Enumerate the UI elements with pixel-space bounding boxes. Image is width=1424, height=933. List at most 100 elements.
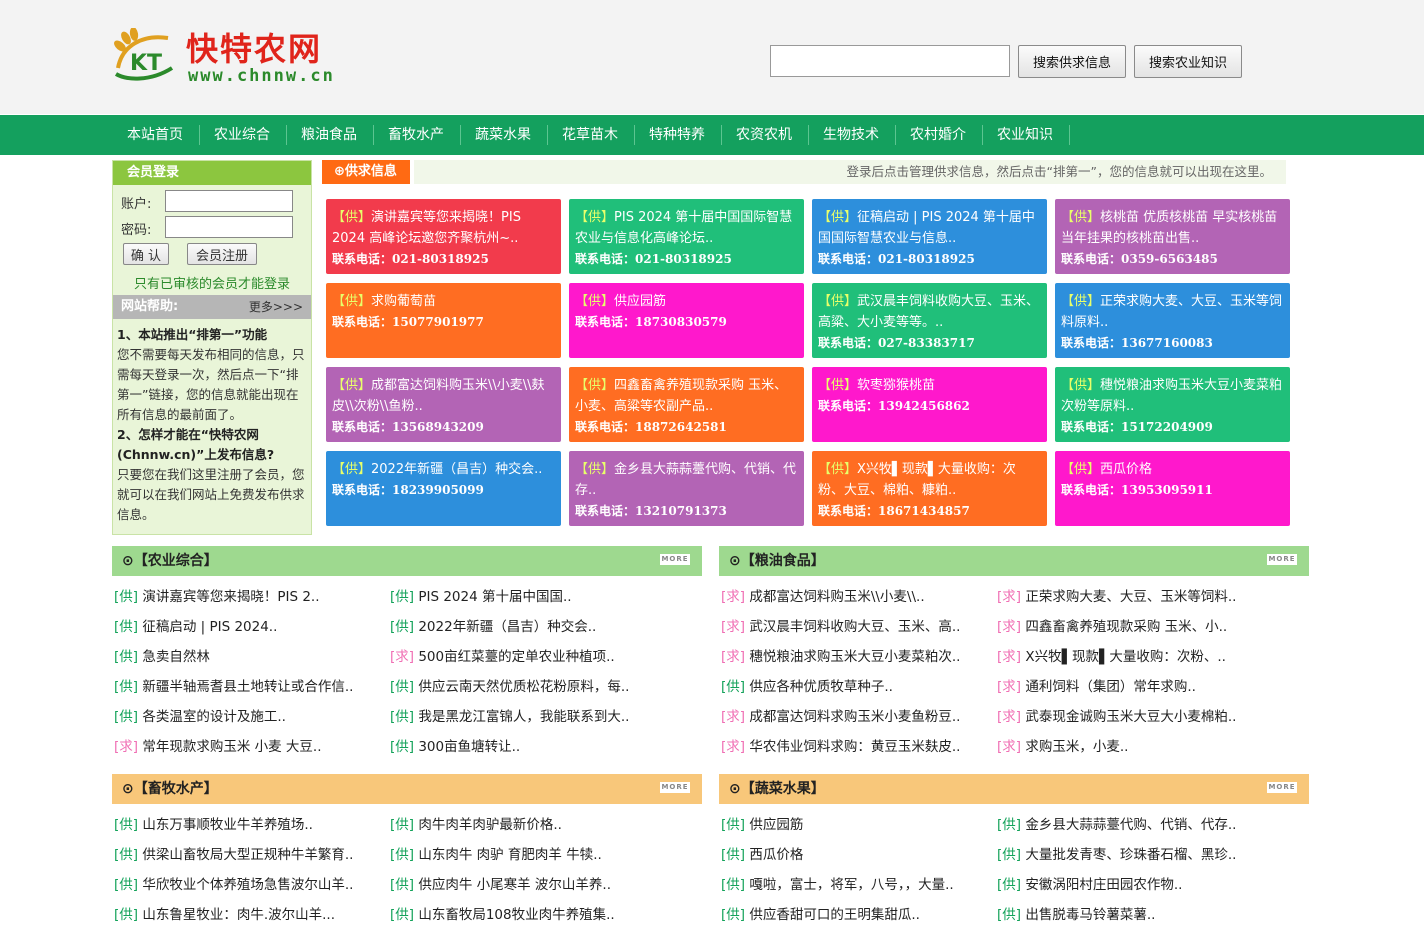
supply-tile[interactable]: 【供】软枣猕猴桃苗 联系电话：13942456862 — [812, 367, 1047, 442]
section-list-item[interactable]: [供] 供应园筋 — [721, 813, 803, 833]
list-item-text: X兴牧▌现款▌大量收购：次粉、.. — [1021, 649, 1226, 665]
section-list-item[interactable]: [供] 出售脱毒马铃薯菜薯.. — [997, 903, 1155, 923]
section-list-item[interactable]: [供] 我是黑龙江富锦人，我能联系到大.. — [390, 705, 629, 725]
supply-tile[interactable]: 【供】穗悦粮油求购玉米大豆小麦菜粕次粉等原料.. 联系电话：15172204909 — [1055, 367, 1290, 442]
section-list-item[interactable]: [供] 山东畜牧局108牧业肉牛养殖集.. — [390, 903, 615, 923]
list-item-tag: [供] — [390, 679, 415, 695]
search-knowledge-button[interactable]: 搜索农业知识 — [1134, 45, 1242, 78]
nav-agri-machinery[interactable]: 农资农机 — [721, 115, 807, 155]
nav-home[interactable]: 本站首页 — [112, 115, 198, 155]
section-list-item[interactable]: [供] 各类温室的设计及施工.. — [114, 705, 286, 725]
section-list-item[interactable]: [供] 供应肉牛 小尾寒羊 波尔山羊养.. — [390, 873, 611, 893]
section-list-item[interactable]: [供] 安徽涡阳村庄田园农作物.. — [997, 873, 1182, 893]
supply-tile[interactable]: 【供】成都富达饲料购玉米\\小麦\\麸皮\\次粉\\鱼粉.. 联系电话：13568… — [326, 367, 561, 442]
list-item-tag: [求] — [997, 589, 1022, 605]
section-list-item[interactable]: [供] 演讲嘉宾等您来揭晓！PIS 2.. — [114, 585, 320, 605]
list-item-tag: [供] — [721, 847, 746, 863]
supply-tile[interactable]: 【供】西瓜价格 联系电话：13953095911 — [1055, 451, 1290, 526]
password-input[interactable] — [165, 216, 293, 238]
section-list-item[interactable]: [供] 大量批发青枣、珍珠番石榴、黑珍.. — [997, 843, 1236, 863]
supply-tile[interactable]: 【供】PIS 2024 第十届中国国际智慧农业与信息化高峰论坛.. 联系电话：02… — [569, 199, 804, 274]
supply-tile[interactable]: 【供】正荣求购大麦、大豆、玉米等饲料原料.. 联系电话：13677160083 — [1055, 283, 1290, 358]
section-list-item[interactable]: [供] 山东鲁星牧业：肉牛.波尔山羊... — [114, 903, 335, 923]
section-list-item[interactable]: [求] 穗悦粮油求购玉米大豆小麦菜粕次.. — [721, 645, 960, 665]
supply-tile[interactable]: 【供】征稿启动 | PIS 2024 第十届中国国际智慧农业与信息.. 联系电话：… — [812, 199, 1047, 274]
search-input[interactable] — [770, 45, 1010, 77]
section-list-item[interactable]: [求] 成都富达饲料求购玉米小麦鱼粉豆.. — [721, 705, 960, 725]
section-list-item[interactable]: [求] X兴牧▌现款▌大量收购：次粉、.. — [997, 645, 1226, 665]
section-list-item[interactable]: [供] 供应香甜可口的王明集甜瓜.. — [721, 903, 920, 923]
list-item-text: 求购玉米，小麦.. — [1021, 739, 1129, 755]
supply-tile[interactable]: 【供】求购葡萄苗 联系电话：15077901977 — [326, 283, 561, 358]
section-list-item[interactable]: [供] 山东肉牛 肉驴 育肥肉羊 牛犊.. — [390, 843, 602, 863]
section-list-item[interactable]: [求] 500亩红菜薹的定单农业种植项.. — [390, 645, 615, 665]
supply-tile[interactable]: 【供】X兴牧▌现款▌大量收购：次粉、大豆、棉粕、糠粕.. 联系电话：1867143… — [812, 451, 1047, 526]
nav-agriculture[interactable]: 农业综合 — [199, 115, 285, 155]
supply-tag: 【供】 — [818, 378, 858, 393]
section-more-button[interactable]: MORE — [1267, 782, 1297, 793]
list-item-tag: [求] — [997, 739, 1022, 755]
nav-flowers-seedlings[interactable]: 花草苗木 — [547, 115, 633, 155]
section-list-item[interactable]: [供] PIS 2024 第十届中国国.. — [390, 585, 572, 605]
section-list-item[interactable]: [供] 金乡县大蒜蒜薹代购、代销、代存.. — [997, 813, 1236, 833]
login-confirm-button[interactable]: 确 认 — [123, 243, 169, 265]
nav-grain-oil[interactable]: 粮油食品 — [286, 115, 372, 155]
supply-tile-phone: 联系电话：021-80318925 — [818, 252, 975, 266]
section-list-item[interactable]: [求] 正荣求购大麦、大豆、玉米等饲料.. — [997, 585, 1236, 605]
list-item-tag: [求] — [721, 619, 746, 635]
section-list-item[interactable]: [供] 新疆半轴焉耆县土地转让或合作信.. — [114, 675, 353, 695]
section-list-item[interactable]: [供] 供梁山畜牧局大型正规种牛羊繁育.. — [114, 843, 353, 863]
supply-info-tab[interactable]: ⊕供求信息 — [322, 160, 410, 184]
nav-livestock[interactable]: 畜牧水产 — [373, 115, 459, 155]
list-item-text: 穗悦粮油求购玉米大豆小麦菜粕次.. — [745, 649, 961, 665]
site-logo[interactable]: KT 快特农网 www.chnnw.cn — [112, 18, 352, 88]
section-list-item[interactable]: [供] 300亩鱼塘转让.. — [390, 735, 520, 755]
section-list-item[interactable]: [求] 求购玉米，小麦.. — [997, 735, 1128, 755]
nav-vegetables-fruits[interactable]: 蔬菜水果 — [460, 115, 546, 155]
nav-rural-matchmaking[interactable]: 农村婚介 — [895, 115, 981, 155]
supply-tile[interactable]: 【供】武汉晨丰饲料收购大豆、玉米、高粱、大小麦等等。.. 联系电话：027-833… — [812, 283, 1047, 358]
section-list-item[interactable]: [供] 嘎啦，富士，将军，八号，，大量.. — [721, 873, 954, 893]
supply-tile[interactable]: 【供】供应园筋 联系电话：18730830579 — [569, 283, 804, 358]
section-list-item[interactable]: [求] 通利饲料（集团）常年求购.. — [997, 675, 1196, 695]
list-item-text: 山东畜牧局108牧业肉牛养殖集.. — [414, 907, 615, 923]
section-more-button[interactable]: MORE — [1267, 554, 1297, 565]
supply-tile-text: 软枣猕猴桃苗 — [857, 378, 936, 393]
section-list-item[interactable]: [求] 武汉晨丰饲料收购大豆、玉米、高.. — [721, 615, 960, 635]
section-list-item[interactable]: [求] 成都富达饲料购玉米\\小麦\\.. — [721, 585, 925, 605]
supply-tile-title: 【供】四鑫畜禽养殖现款采购 玉米、小麦、高粱等农副产品.. — [575, 375, 798, 417]
section-list-item[interactable]: [求] 武泰现金诚购玉米大豆大小麦棉粕.. — [997, 705, 1236, 725]
supply-tile[interactable]: 【供】金乡县大蒜蒜薹代购、代销、代存.. 联系电话：13210791373 — [569, 451, 804, 526]
section-list-item[interactable]: [供] 华欣牧业个体养殖场急售波尔山羊.. — [114, 873, 353, 893]
nav-agri-knowledge[interactable]: 农业知识 — [982, 115, 1068, 155]
section-list-item[interactable]: [供] 山东万事顺牧业牛羊养殖场.. — [114, 813, 313, 833]
section-list-item[interactable]: [供] 急卖自然林 — [114, 645, 210, 665]
help-more-link[interactable]: 更多>>> — [249, 295, 303, 319]
section-list-item[interactable]: [供] 供应云南天然优质松花粉原料，每.. — [390, 675, 629, 695]
section-list-item[interactable]: [求] 四鑫畜禽养殖现款采购 玉米、小.. — [997, 615, 1227, 635]
section-more-button[interactable]: MORE — [660, 782, 690, 793]
supply-tile[interactable]: 【供】演讲嘉宾等您来揭晓！PIS 2024 高峰论坛邀您齐聚杭州~.. 联系电话：… — [326, 199, 561, 274]
nav-biotech[interactable]: 生物技术 — [808, 115, 894, 155]
list-item-text: 供应肉牛 小尾寒羊 波尔山羊养.. — [414, 877, 612, 893]
account-input[interactable] — [165, 190, 293, 212]
section-list-item[interactable]: [供] 2022年新疆（昌吉）种交会.. — [390, 615, 596, 635]
section-list-item[interactable]: [求] 常年现款求购玉米 小麦 大豆.. — [114, 735, 322, 755]
supply-tile[interactable]: 【供】2022年新疆（昌吉）种交会.. 联系电话：18239905099 — [326, 451, 561, 526]
list-item-tag: [求] — [721, 739, 746, 755]
section-list-item[interactable]: [求] 华农伟业饲料求购：黄豆玉米麸皮.. — [721, 735, 960, 755]
search-supply-button[interactable]: 搜索供求信息 — [1018, 45, 1126, 78]
section-list-item[interactable]: [供] 供应各种优质牧草种子.. — [721, 675, 893, 695]
list-item-tag: [供] — [390, 847, 415, 863]
help-answer-2: 只要您在我们这里注册了会员，您就可以在我们网站上免费发布供求信息。 — [117, 467, 305, 522]
section-more-button[interactable]: MORE — [660, 554, 690, 565]
section-list-item[interactable]: [供] 西瓜价格 — [721, 843, 803, 863]
nav-special-breeding[interactable]: 特种特养 — [634, 115, 720, 155]
supply-tile-title: 【供】软枣猕猴桃苗 — [818, 375, 1041, 396]
supply-tile[interactable]: 【供】四鑫畜禽养殖现款采购 玉米、小麦、高粱等农副产品.. 联系电话：188726… — [569, 367, 804, 442]
section-list-item[interactable]: [供] 征稿启动 | PIS 2024.. — [114, 615, 277, 635]
supply-tile[interactable]: 【供】核桃苗 优质核桃苗 早实核桃苗 当年挂果的核桃苗出售.. 联系电话：0359… — [1055, 199, 1290, 274]
register-button[interactable]: 会员注册 — [187, 243, 257, 265]
section-list-item[interactable]: [供] 肉牛肉羊肉驴最新价格.. — [390, 813, 562, 833]
section-title: ⊙【农业综合】 — [122, 553, 218, 569]
